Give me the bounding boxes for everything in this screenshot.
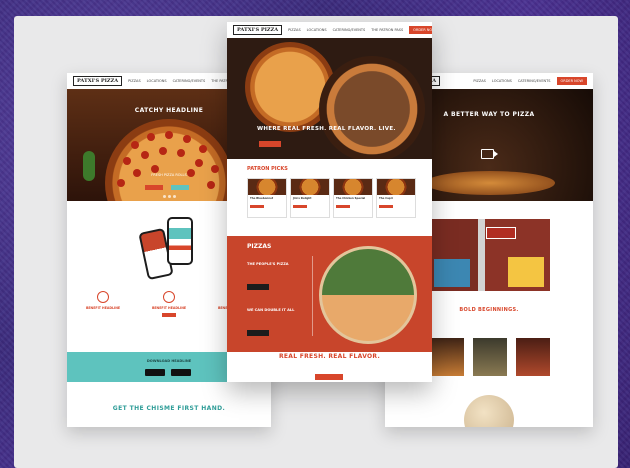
pick-card[interactable]: The Bluebonnet xyxy=(247,178,287,218)
center-nav-patron-pass[interactable]: THE PATRON PASS xyxy=(371,28,403,32)
pick-card[interactable]: The Chicken Special xyxy=(333,178,373,218)
feature-2: BENEFIT HEADLINE xyxy=(145,291,193,317)
center-hero-button[interactable] xyxy=(259,141,281,147)
right-nav-catering[interactable]: CATERING/EVENTS xyxy=(518,79,551,83)
google-play-badge[interactable] xyxy=(171,369,191,376)
center-nav-bar: PATXI'S PIZZA PIZZAS LOCATIONS CATERING/… xyxy=(227,22,432,38)
real-fresh-button[interactable] xyxy=(315,374,343,380)
pizzas-title: PIZZAS xyxy=(247,243,272,250)
pick-card-name: The Bluebonnet xyxy=(250,197,274,200)
pick-card-button[interactable] xyxy=(336,205,350,208)
left-hero-cta-1[interactable] xyxy=(145,185,163,190)
center-logo[interactable]: PATXI'S PIZZA xyxy=(233,25,283,35)
pizzas-subtitle-2: WE CAN DOUBLE IT ALL xyxy=(247,308,295,312)
pick-card-name: The Chicken Special xyxy=(336,197,366,200)
left-nav-pizzas[interactable]: PIZZAS xyxy=(128,79,141,83)
right-photo-thumbs xyxy=(430,338,550,376)
center-nav-catering[interactable]: CATERING/EVENTS xyxy=(333,28,366,32)
pizzas-button-2[interactable] xyxy=(247,330,269,336)
pick-card-name: The Capri xyxy=(379,197,393,200)
left-hero-cta-2[interactable] xyxy=(171,185,189,190)
center-page-mockup: PATXI'S PIZZA PIZZAS LOCATIONS CATERING/… xyxy=(227,22,432,382)
storefront-sign xyxy=(486,227,516,239)
left-nav-catering[interactable]: CATERING/EVENTS xyxy=(173,79,206,83)
thumb-dining xyxy=(516,338,550,376)
center-order-button[interactable]: ORDER NOW xyxy=(409,26,432,34)
pick-card-name: Jim's Delight xyxy=(293,197,312,200)
feature-2-label: BENEFIT HEADLINE xyxy=(151,306,187,310)
pizzas-section: PIZZAS THE PEOPLE'S PIZZA WE CAN DOUBLE … xyxy=(227,236,432,352)
left-hero-headline: CATCHY HEADLINE xyxy=(134,107,204,114)
right-nav-locations[interactable]: LOCATIONS xyxy=(492,79,512,83)
thumb-pizza xyxy=(430,338,464,376)
pick-card-button[interactable] xyxy=(379,205,393,208)
phone-mockup-front xyxy=(167,217,193,265)
right-order-button[interactable]: ORDER NOW xyxy=(556,77,587,85)
center-hero: WHERE REAL FRESH. REAL FLAVOR. LIVE. xyxy=(227,38,432,159)
patron-picks-title: PATRON PICKS xyxy=(247,166,288,172)
left-logo[interactable]: PATXI'S PIZZA xyxy=(73,76,123,86)
feature-1: BENEFIT HEADLINE xyxy=(79,291,127,310)
half-half-pizza-image xyxy=(319,246,417,344)
left-bottom-title: GET THE CHISME FIRST HAND. xyxy=(112,405,226,412)
patron-picks-cards: The Bluebonnet Jim's Delight The Chicken… xyxy=(247,178,416,218)
left-nav-locations[interactable]: LOCATIONS xyxy=(147,79,167,83)
pick-card-button[interactable] xyxy=(293,205,307,208)
thumb-interior xyxy=(473,338,507,376)
real-fresh-title: REAL FRESH. REAL FLAVOR. xyxy=(278,353,381,360)
pick-card[interactable]: The Capri xyxy=(376,178,416,218)
center-nav-locations[interactable]: LOCATIONS xyxy=(307,28,327,32)
feature-2-icon xyxy=(163,291,175,303)
pizza-video-image xyxy=(425,171,555,195)
feature-1-icon xyxy=(97,291,109,303)
video-camera-icon[interactable] xyxy=(481,149,498,159)
pizzas-button-1[interactable] xyxy=(247,284,269,290)
restaurant-storefront-image xyxy=(430,219,550,291)
center-nav-pizzas[interactable]: PIZZAS xyxy=(288,28,301,32)
feature-1-label: BENEFIT HEADLINE xyxy=(85,306,121,310)
carousel-dots[interactable] xyxy=(163,195,176,198)
hero-pizza-right xyxy=(319,56,425,159)
pick-card[interactable]: Jim's Delight xyxy=(290,178,330,218)
center-hero-title: WHERE REAL FRESH. REAL FLAVOR. LIVE. xyxy=(257,126,396,132)
feature-2-button[interactable] xyxy=(162,313,176,317)
app-store-badge[interactable] xyxy=(145,369,165,376)
pick-card-button[interactable] xyxy=(250,205,264,208)
pizzas-subtitle-1: THE PEOPLE'S PIZZA xyxy=(247,262,289,266)
right-nav-pizzas[interactable]: PIZZAS xyxy=(473,79,486,83)
pizza-dough-image xyxy=(464,395,514,427)
